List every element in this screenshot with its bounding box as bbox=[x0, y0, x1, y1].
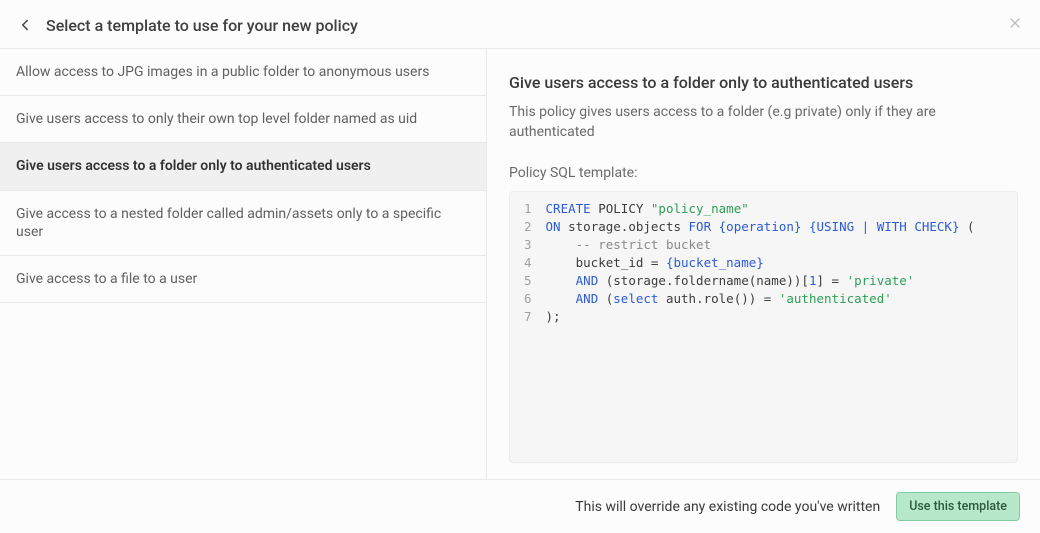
policy-template-modal: Select a template to use for your new po… bbox=[0, 0, 1040, 533]
use-template-button[interactable]: Use this template bbox=[896, 492, 1020, 521]
code-gutter: 1234567 bbox=[510, 200, 546, 454]
footer-note: This will override any existing code you… bbox=[575, 499, 880, 515]
template-item[interactable]: Give users access to only their own top … bbox=[0, 96, 486, 143]
back-button[interactable] bbox=[14, 14, 36, 36]
close-button[interactable] bbox=[1004, 12, 1026, 34]
close-icon bbox=[1007, 15, 1023, 31]
chevron-left-icon bbox=[16, 16, 34, 34]
modal-header: Select a template to use for your new po… bbox=[0, 0, 1040, 49]
sql-code-block[interactable]: 1234567 CREATE POLICY "policy_name" ON s… bbox=[509, 191, 1018, 463]
template-preview: Give users access to a folder only to au… bbox=[486, 49, 1040, 479]
modal-footer: This will override any existing code you… bbox=[0, 479, 1040, 533]
template-item[interactable]: Give access to a file to a user bbox=[0, 256, 486, 303]
template-item[interactable]: Give access to a nested folder called ad… bbox=[0, 191, 486, 256]
preview-description: This policy gives users access to a fold… bbox=[509, 102, 1018, 143]
code-content: CREATE POLICY "policy_name" ON storage.o… bbox=[546, 200, 975, 454]
template-item[interactable]: Allow access to JPG images in a public f… bbox=[0, 49, 486, 96]
modal-body: Allow access to JPG images in a public f… bbox=[0, 49, 1040, 479]
template-list: Allow access to JPG images in a public f… bbox=[0, 49, 486, 479]
preview-title: Give users access to a folder only to au… bbox=[509, 73, 1018, 92]
template-item[interactable]: Give users access to a folder only to au… bbox=[0, 143, 486, 190]
sql-template-label: Policy SQL template: bbox=[509, 165, 1018, 181]
modal-title: Select a template to use for your new po… bbox=[46, 16, 358, 35]
